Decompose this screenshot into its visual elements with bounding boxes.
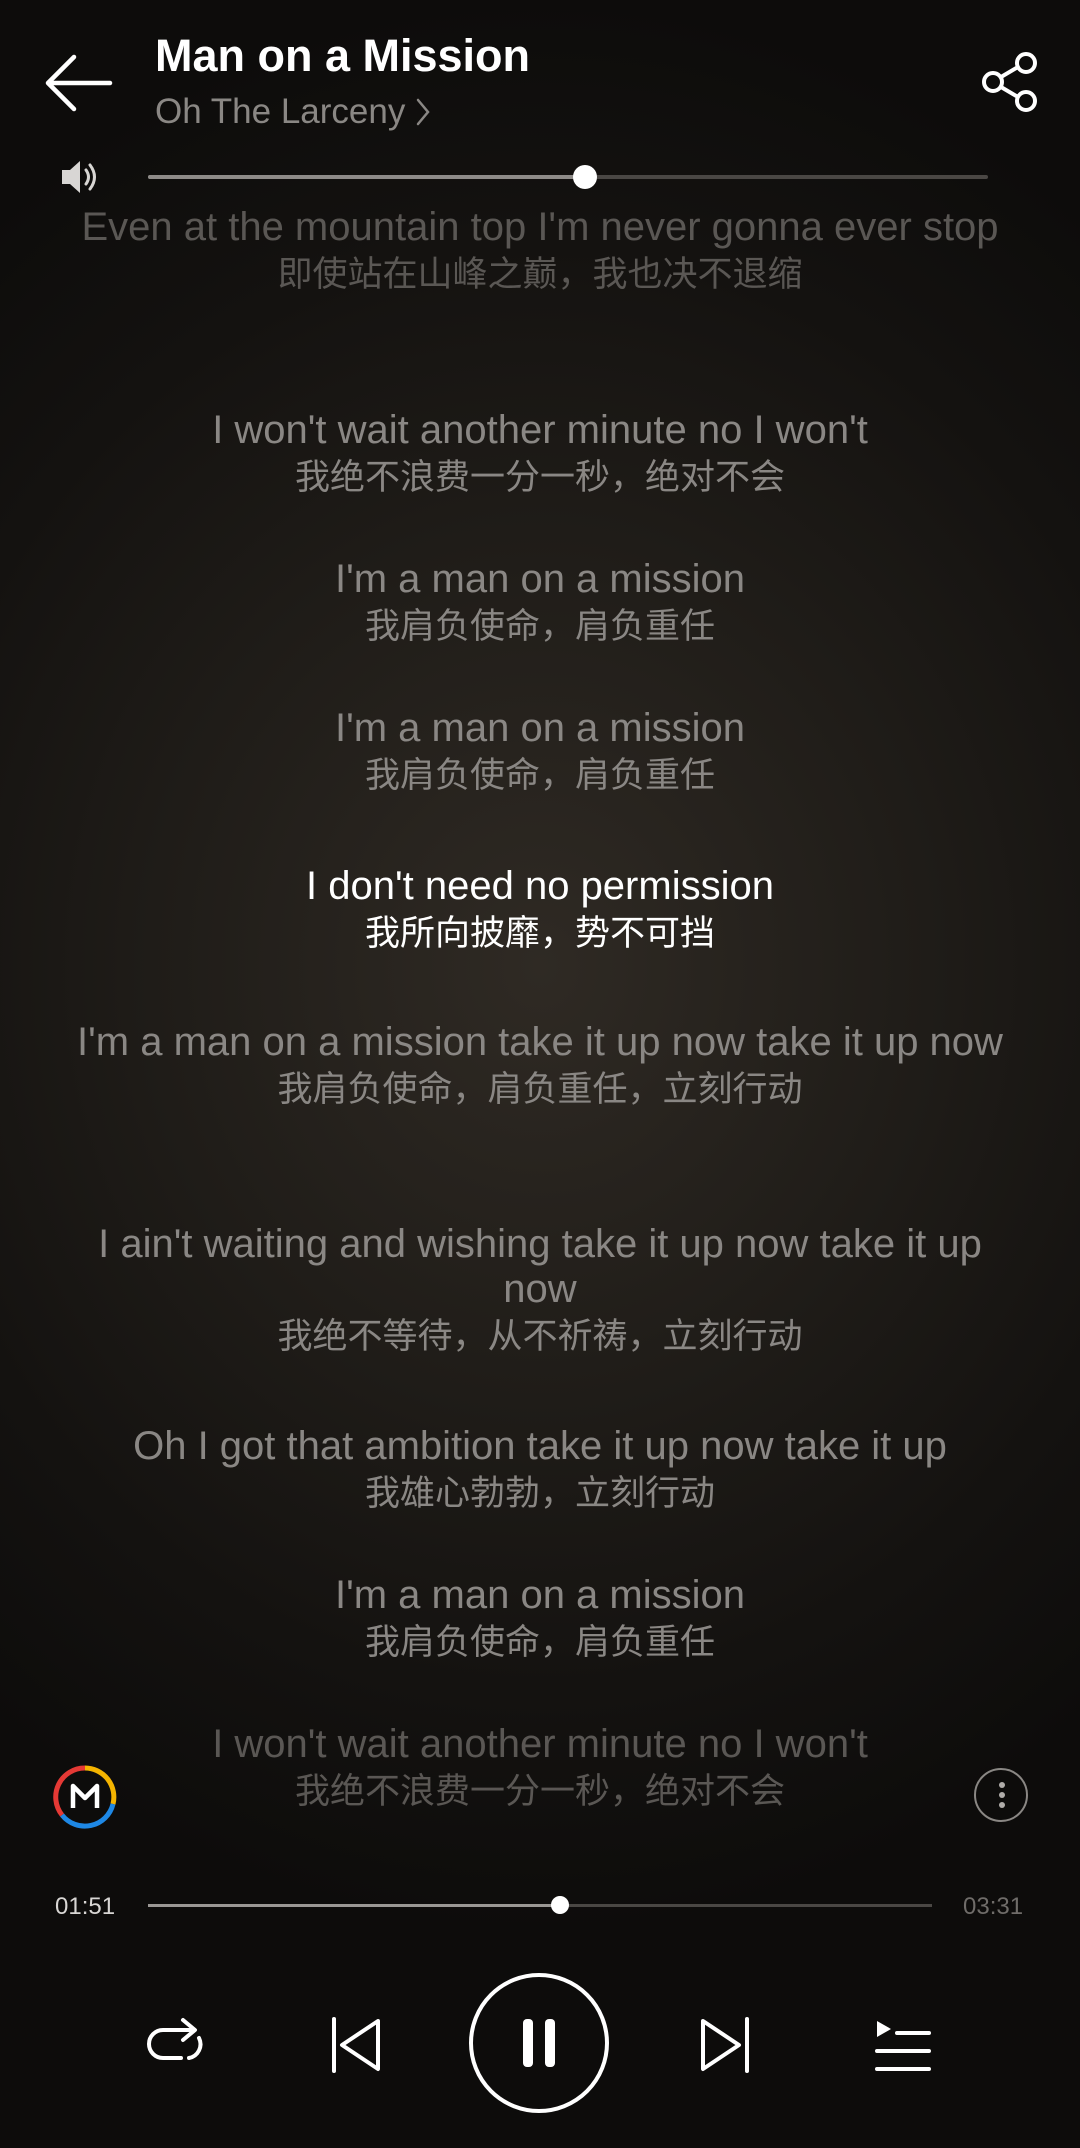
more-button[interactable] [974,1768,1028,1822]
total-time: 03:31 [963,1893,1024,1920]
lyric-chinese: 我所向披靡，势不可挡 [364,914,715,953]
song-title: Man on a Mission [155,30,531,81]
lyric-chinese: 我绝不浪费一分一秒，绝对不会 [294,458,785,497]
lyric-english: I'm a man on a mission [334,706,746,750]
volume-fill [148,175,585,179]
lyric-chinese: 我肩负使命，肩负重任 [364,607,715,646]
seek-thumb[interactable] [551,1896,570,1914]
lyric-english: I'm a man on a mission [334,1573,746,1617]
lyric-chinese: 我肩负使命，肩负重任 [364,1623,715,1662]
lyric-line: Oh I got that ambition take it up now ta… [70,1424,1010,1517]
playlist-button[interactable] [873,2015,933,2075]
pause-icon [523,2019,555,2067]
lyrics-panel[interactable]: Even at the mountain top I'm never gonna… [0,205,1080,1825]
volume-thumb[interactable] [572,165,597,189]
lyric-line: I'm a man on a mission 我肩负使命，肩负重任 [70,1573,1010,1666]
volume-slider[interactable] [148,165,988,189]
lyric-line: I'm a man on a mission take it up now ta… [70,1020,1010,1113]
lyric-english: I won't wait another minute no I won't [212,1722,868,1766]
lyric-english: I ain't waiting and wishing take it up n… [98,1222,982,1311]
lyric-chinese: 我绝不浪费一分一秒，绝对不会 [294,1772,785,1811]
lyric-chinese: 我肩负使命，肩负重任 [364,756,715,795]
chevron-right-icon [417,98,430,126]
back-button[interactable] [40,50,116,116]
lyric-english: I'm a man on a mission take it up now ta… [77,1020,1003,1064]
artist-name: Oh The Larceny [155,92,406,131]
lyric-chinese: 我肩负使命，肩负重任，立刻行动 [277,1070,803,1109]
share-icon [982,52,1037,112]
current-time: 01:51 [55,1893,116,1920]
lyric-chinese: 我雄心勃勃，立刻行动 [364,1474,715,1513]
lyric-line: Even at the mountain top I'm never gonna… [70,205,1010,298]
lyric-chinese: 即使站在山峰之巅，我也决不退缩 [277,255,803,294]
lyric-english: Oh I got that ambition take it up now ta… [133,1424,947,1468]
repeat-button[interactable] [143,2012,209,2078]
lyric-line: I ain't waiting and wishing take it up n… [70,1222,1010,1360]
arrow-left-icon [45,54,113,112]
m-logo-icon[interactable] [52,1764,118,1830]
lyric-chinese: 我绝不等待，从不祈祷，立刻行动 [277,1317,803,1356]
next-button[interactable] [697,2015,753,2075]
lyric-english: Even at the mountain top I'm never gonna… [81,205,999,249]
previous-button[interactable] [328,2015,384,2075]
pause-button[interactable] [469,1973,609,2113]
lyric-line-current: I don't need no permission 我所向披靡，势不可挡 [70,864,1010,957]
lyric-line: I'm a man on a mission 我肩负使命，肩负重任 [70,706,1010,799]
lyric-english: I'm a man on a mission [334,557,746,601]
speaker-icon[interactable] [58,155,102,199]
artist-link[interactable]: Oh The Larceny [155,92,431,132]
skip-next-icon [701,2017,749,2073]
lyric-line: I won't wait another minute no I won't 我… [70,408,1010,501]
lyric-english: I don't need no permission [306,864,774,908]
seek-fill [148,1904,561,1907]
playlist-icon [875,2021,931,2071]
lyric-english: I won't wait another minute no I won't [212,408,868,452]
share-button[interactable] [980,50,1044,114]
skip-previous-icon [332,2017,380,2073]
lyric-line: I'm a man on a mission 我肩负使命，肩负重任 [70,557,1010,650]
lyric-line: I won't wait another minute no I won't 我… [70,1722,1010,1815]
repeat-icon [147,2018,203,2060]
seek-bar[interactable] [148,1896,932,1914]
